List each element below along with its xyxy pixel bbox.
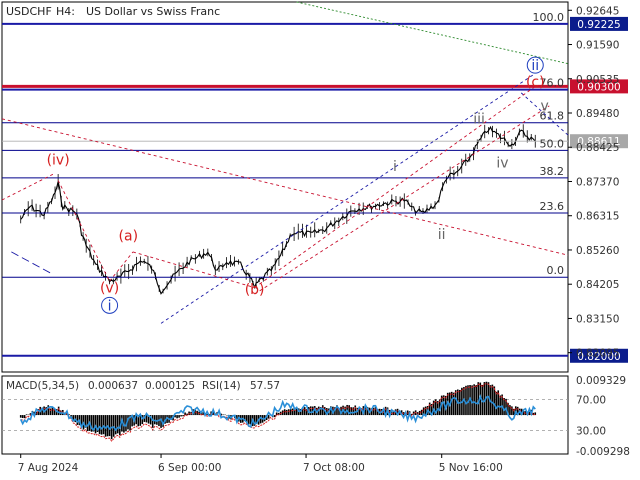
fib-label: 0.0 [547,264,565,277]
signal-value: 0.000125 [145,380,195,392]
price-axis: 0.92645 0.91590 0.90535 0.89480 0.88425 0.873… [568,5,619,360]
trend-lines [1,1,569,324]
trend-line [254,105,550,295]
wave-label: i [393,159,397,175]
macd-value: 0.000637 [88,380,138,392]
x-tick-label: 5 Nov 16:00 [439,462,503,474]
green-trend-line [296,1,569,65]
fib-label: 23.6 [540,200,565,213]
instrument-description: US Dollar vs Swiss Franc [86,5,220,18]
y-tick-label: 0.89480 [576,108,619,120]
y-tick-label: 0.86315 [576,211,619,223]
timeframe-label: H4: [56,5,75,18]
y-tick-label: 0.90535 [576,74,619,86]
osc-tick-label: 0.009329 [576,375,626,387]
x-tick-label: 7 Oct 08:00 [303,462,365,474]
x-tick-label: 7 Aug 2024 [18,462,79,474]
wave-labels: (iv)(a)(v)i(b)iiiiiiivv(c)ii [47,56,549,314]
y-tick-label: 0.82095 [576,348,619,360]
time-axis: 7 Aug 2024 6 Sep 00:00 7 Oct 08:00 5 Nov 16… [18,454,503,474]
osc-tick-label: -0.009298 [576,446,630,458]
symbol-label: USDCHF [6,5,52,18]
usdchf-chart: 100.00.922250.9030076.061.80.8861150.038… [1,1,630,474]
wave-label: (v) [100,280,119,296]
y-tick-label: 0.84205 [576,279,619,291]
fib-label: 100.0 [533,11,565,24]
y-tick-label: 0.83150 [576,313,619,325]
y-tick-label: 0.88425 [576,142,619,154]
osc-tick-label: 30.00 [576,426,606,438]
wave-label: iv [496,156,508,172]
x-tick-label: 6 Sep 00:00 [158,462,221,474]
rsi-params: RSI(14) [202,380,241,392]
wave-label: v [540,99,548,115]
trend-line [254,86,536,288]
wave-label: ii [438,227,446,243]
fib-label: 50.0 [540,137,565,150]
y-tick-label: 0.91590 [576,40,619,52]
wave-label: (b) [245,282,265,298]
wave-label: i [108,298,112,314]
y-tick-label: 0.92645 [576,5,619,17]
wave-label: (c) [526,74,545,90]
trend-line [1,118,569,256]
wave-label: iii [473,112,485,128]
price-layer [20,124,536,295]
macd-params: MACD(5,34,5) [6,380,79,392]
osc-tick-label: 70.00 [576,394,606,406]
trend-line [11,251,54,276]
rsi-value: 57.57 [250,380,280,392]
price-tag-label: 0.92225 [577,19,620,31]
wave-label: (a) [119,229,139,245]
y-tick-label: 0.85260 [576,245,619,257]
y-tick-label: 0.87370 [576,176,619,188]
wave-label: ii [531,58,539,74]
wave-label: (iv) [47,152,70,168]
price-panel-frame [1,1,569,373]
fib-label: 38.2 [540,165,565,178]
trend-line [57,180,110,282]
